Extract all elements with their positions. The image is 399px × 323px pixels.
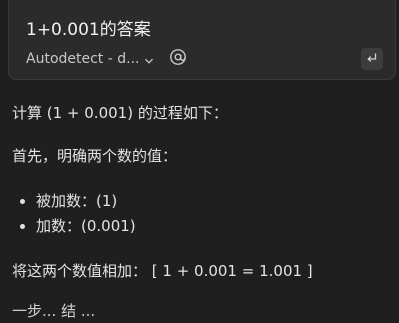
model-select-label: Autodetect - d...	[26, 51, 140, 67]
at-sign-icon	[169, 48, 187, 70]
list-item: 加数：(0.001)	[12, 214, 136, 238]
answer-step1: 首先，明确两个数的值：	[12, 147, 178, 165]
list-item: 被加数：(1)	[12, 189, 136, 213]
chevron-down-icon	[144, 54, 154, 64]
answer-list: 被加数：(1) 加数：(0.001)	[12, 189, 136, 239]
query-box[interactable]: 1+0.001的答案 Autodetect - d...	[8, 0, 396, 80]
enter-key-icon	[365, 50, 379, 69]
mention-button[interactable]	[168, 49, 188, 69]
submit-button[interactable]	[361, 48, 383, 70]
answer-intro: 计算 (1 + 0.001) 的过程如下：	[12, 104, 228, 122]
query-toolbar: Autodetect - d...	[26, 48, 188, 70]
model-select[interactable]: Autodetect - d...	[26, 51, 154, 67]
query-text[interactable]: 1+0.001的答案	[26, 15, 151, 40]
answer-step2: 将这两个数值相加： [ 1 + 0.001 = 1.001 ]	[12, 262, 313, 280]
answer-partial-line: 一步... 结 ...	[12, 302, 96, 320]
